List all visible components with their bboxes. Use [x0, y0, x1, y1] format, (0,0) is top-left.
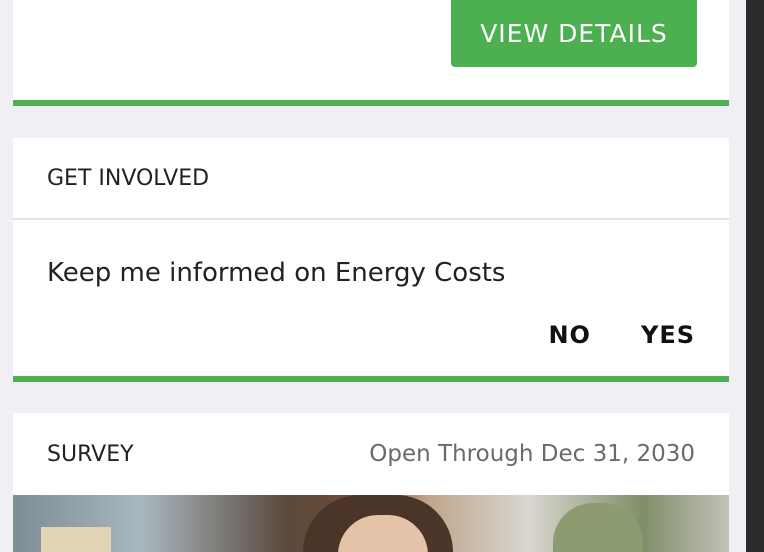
plant-shape	[553, 503, 643, 552]
choice-buttons: NO YES	[548, 321, 695, 349]
survey-header: SURVEY Open Through Dec 31, 2030	[13, 413, 729, 495]
details-card: VIEW DETAILS	[13, 0, 729, 106]
app-screen: VIEW DETAILS GET INVOLVED Keep me inform…	[0, 0, 764, 552]
survey-title: SURVEY	[47, 441, 134, 467]
yes-button[interactable]: YES	[641, 321, 695, 349]
energy-costs-prompt: Keep me informed on Energy Costs	[47, 258, 506, 288]
get-involved-body: Keep me informed on Energy Costs	[13, 220, 729, 288]
get-involved-header: GET INVOLVED	[13, 138, 729, 220]
scrollbar[interactable]	[746, 0, 764, 552]
no-button[interactable]: NO	[548, 321, 591, 349]
view-details-button[interactable]: VIEW DETAILS	[451, 0, 697, 67]
survey-photo	[13, 495, 729, 552]
get-involved-card: GET INVOLVED Keep me informed on Energy …	[13, 138, 729, 382]
survey-open-date: Open Through Dec 31, 2030	[369, 441, 695, 467]
survey-card[interactable]: SURVEY Open Through Dec 31, 2030	[13, 413, 729, 552]
sign-shape	[41, 527, 111, 552]
